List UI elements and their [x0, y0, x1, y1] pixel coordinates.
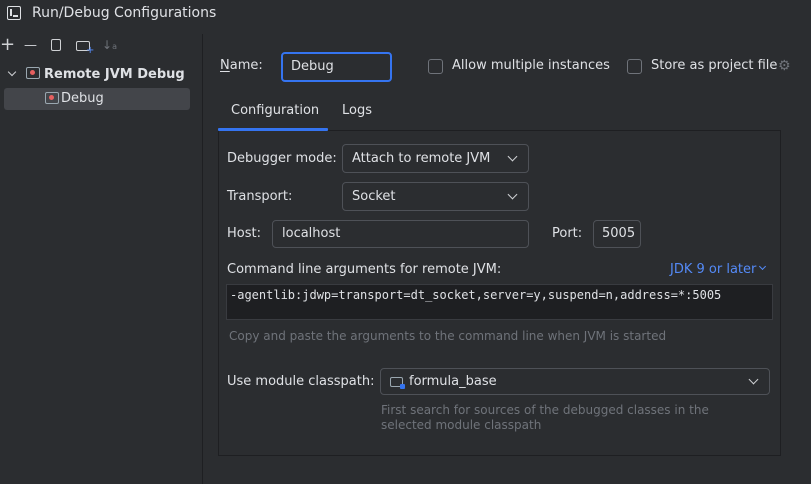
- window-title: Run/Debug Configurations: [32, 5, 217, 21]
- port-label: Port:: [552, 226, 583, 241]
- tab-logs[interactable]: Logs: [342, 103, 372, 118]
- remote-debug-config-icon: [45, 92, 59, 104]
- module-classpath-value: formula_base: [409, 374, 497, 389]
- tree-node-label: Debug: [61, 91, 104, 106]
- module-classpath-label: Use module classpath:: [227, 374, 375, 389]
- intellij-app-icon: [7, 6, 21, 20]
- store-as-project-file-checkbox[interactable]: [627, 59, 642, 74]
- name-label: Name:: [220, 58, 263, 73]
- name-label-rest: ame:: [229, 58, 263, 73]
- copy-icon[interactable]: [51, 39, 61, 51]
- tree-node-label: Remote JVM Debug: [44, 67, 185, 82]
- allow-multiple-instances-label: Allow multiple instances: [452, 58, 610, 73]
- remote-debug-icon: [26, 67, 40, 79]
- jdk-version-link[interactable]: JDK 9 or later: [670, 262, 756, 277]
- gear-icon[interactable]: ⚙: [778, 59, 792, 73]
- transport-value: Socket: [352, 189, 396, 204]
- module-folder-icon: [390, 377, 405, 389]
- module-classpath-dropdown[interactable]: formula_base: [380, 368, 770, 395]
- cmd-args-label: Command line arguments for remote JVM:: [227, 262, 502, 277]
- add-icon[interactable]: +: [0, 36, 15, 54]
- chevron-down-icon[interactable]: [7, 67, 17, 77]
- tree-node-debug[interactable]: Debug: [4, 88, 190, 110]
- debugger-mode-value: Attach to remote JVM: [352, 151, 491, 166]
- debugger-mode-dropdown[interactable]: Attach to remote JVM: [342, 144, 529, 173]
- port-input[interactable]: 5005: [593, 220, 641, 248]
- chevron-down-icon: [507, 189, 518, 200]
- host-input[interactable]: localhost: [272, 220, 529, 248]
- host-label: Host:: [227, 226, 261, 241]
- allow-multiple-instances-checkbox[interactable]: [428, 59, 443, 74]
- folder-icon[interactable]: +: [76, 41, 94, 56]
- title-bar: Run/Debug Configurations: [0, 0, 811, 26]
- transport-dropdown[interactable]: Socket: [342, 182, 529, 211]
- store-as-project-file-label: Store as project file: [651, 58, 778, 73]
- module-classpath-hint: First search for sources of the debugged…: [381, 403, 709, 432]
- cmd-args-textarea[interactable]: -agentlib:jdwp=transport=dt_socket,serve…: [226, 284, 773, 320]
- remove-icon[interactable]: —: [24, 38, 37, 54]
- transport-label: Transport:: [227, 189, 293, 204]
- tree-node-remote-jvm-debug[interactable]: Remote JVM Debug: [0, 64, 190, 86]
- cmd-args-hint: Copy and paste the arguments to the comm…: [229, 329, 667, 343]
- name-input[interactable]: Debug: [281, 52, 392, 82]
- jdk-version-text: JDK 9 or later: [670, 262, 757, 277]
- debugger-mode-label: Debugger mode:: [227, 151, 337, 166]
- sort-icon[interactable]: ↓a: [102, 38, 117, 52]
- chevron-down-icon: [748, 374, 759, 385]
- chevron-down-icon: [507, 151, 518, 162]
- tab-configuration[interactable]: Configuration: [231, 103, 319, 118]
